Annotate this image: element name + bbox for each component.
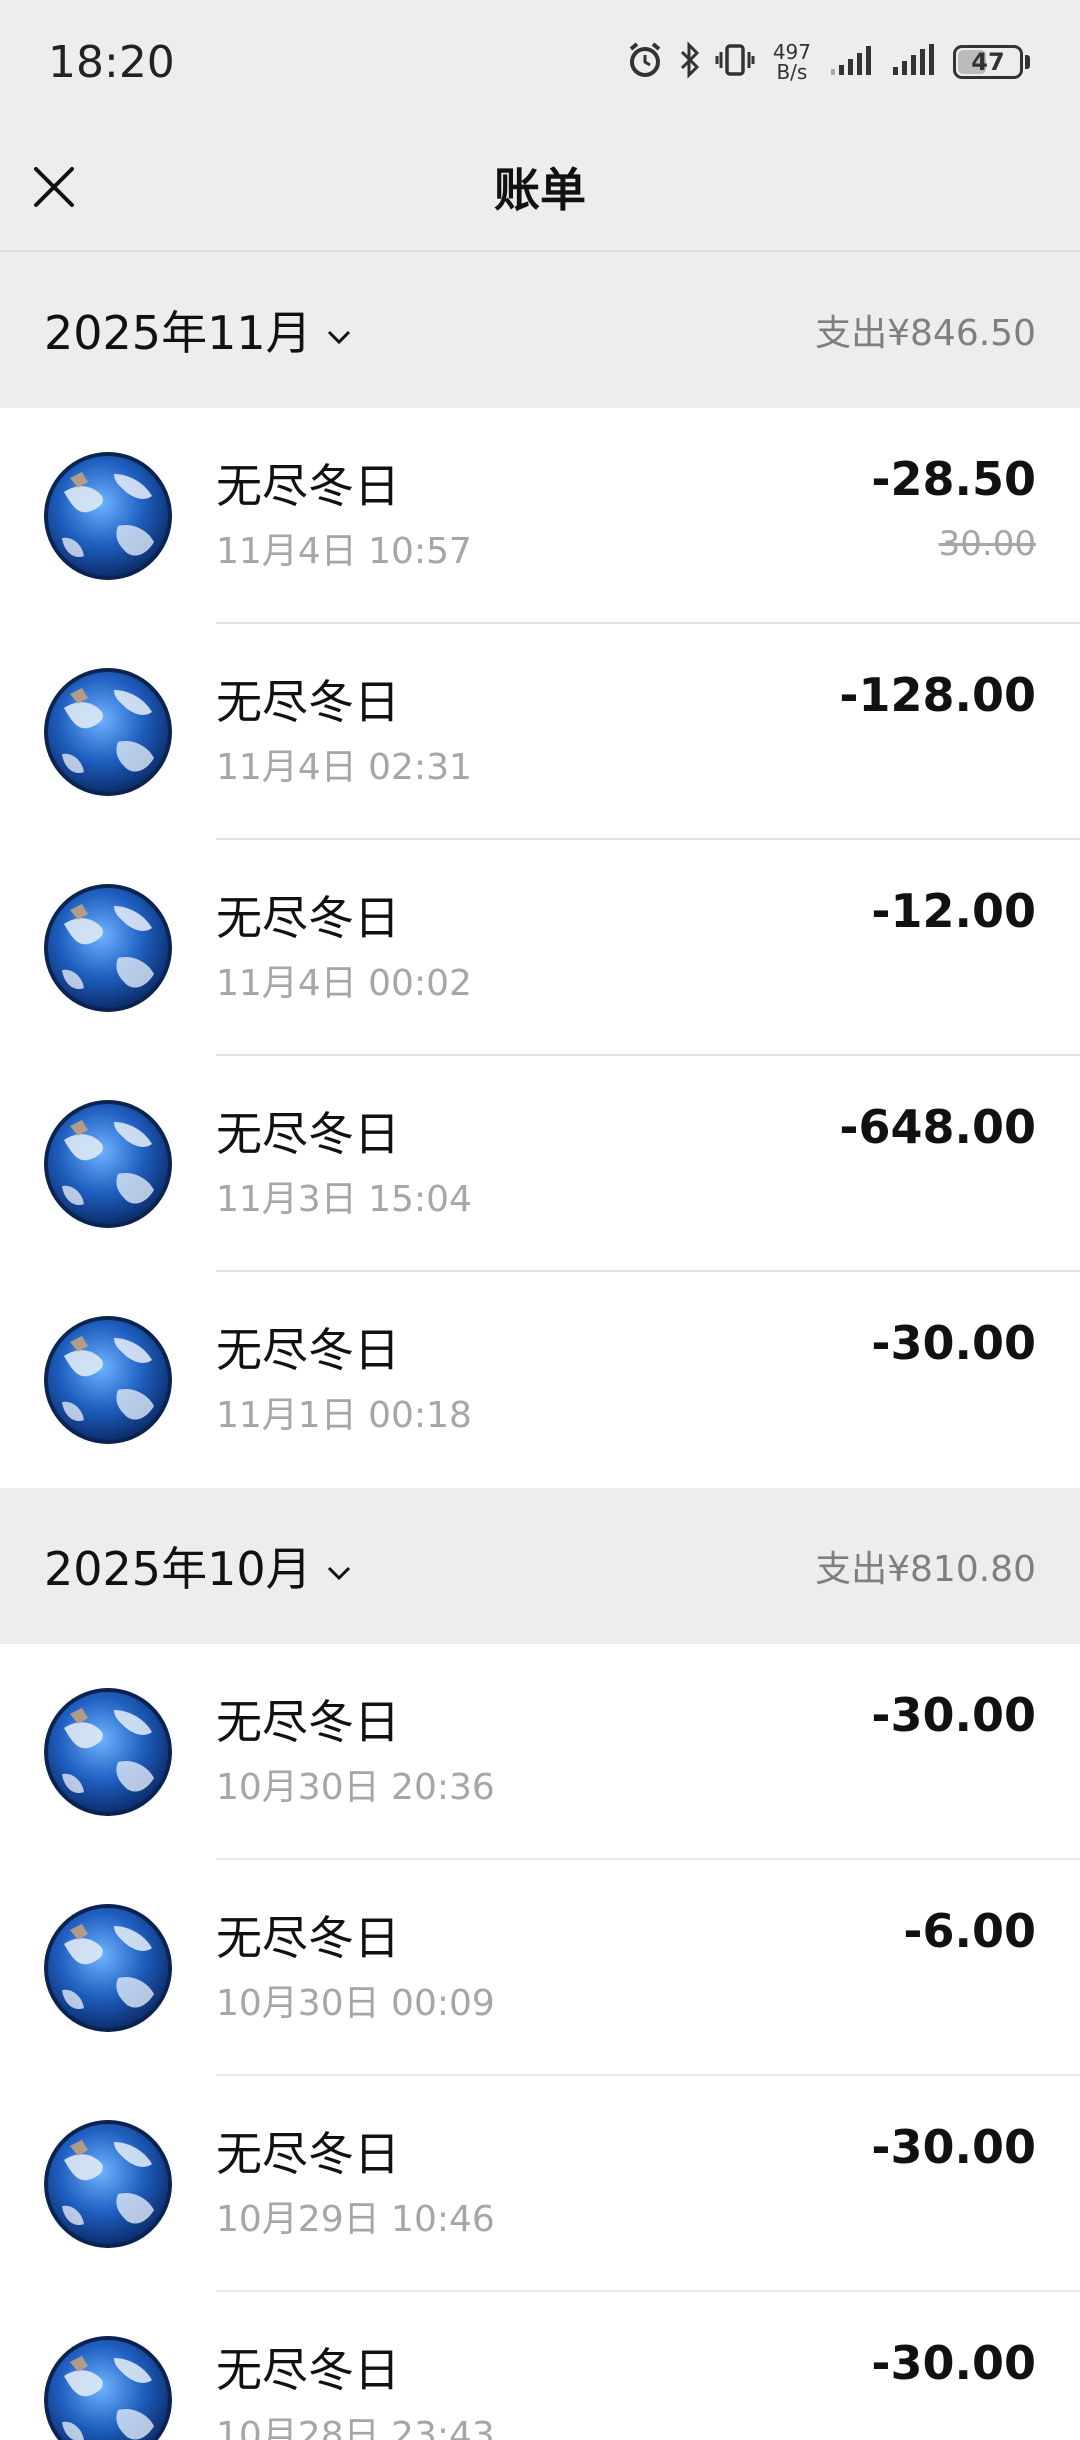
month-total: 支出¥846.50 xyxy=(815,304,1036,356)
transaction-row[interactable]: 无尽冬日 11月4日 10:57 -28.50 30.00 xyxy=(0,408,1080,624)
merchant-name: 无尽冬日 xyxy=(216,891,400,945)
month-label: 2025年10月 xyxy=(44,1542,312,1596)
transaction-time: 11月4日 00:02 xyxy=(216,963,472,1004)
transaction-list: 无尽冬日 10月30日 20:36 -30.00 无尽冬日 10月30日 00:… xyxy=(0,1644,1080,2440)
transaction-amount: -6.00 xyxy=(903,1904,1036,1958)
transaction-details: 无尽冬日 11月4日 02:31 -128.00 xyxy=(216,624,1036,840)
merchant-name: 无尽冬日 xyxy=(216,1107,400,1161)
month-selector[interactable]: 2025年11月 xyxy=(44,297,352,363)
transaction-time: 10月30日 00:09 xyxy=(216,1983,495,2024)
transaction-row[interactable]: 无尽冬日 10月30日 20:36 -30.00 xyxy=(0,1644,1080,1860)
transaction-details: 无尽冬日 10月30日 20:36 -30.00 xyxy=(216,1644,1036,1860)
transaction-amount: -30.00 xyxy=(871,2336,1036,2390)
transaction-row[interactable]: 无尽冬日 10月29日 10:46 -30.00 xyxy=(0,2076,1080,2292)
transaction-details: 无尽冬日 11月4日 10:57 -28.50 30.00 xyxy=(216,408,1036,624)
transaction-amount: -28.50 xyxy=(871,452,1036,506)
month-total-label: 支出 xyxy=(815,313,888,354)
transaction-row[interactable]: 无尽冬日 11月1日 00:18 -30.00 xyxy=(0,1272,1080,1488)
original-amount: 30.00 xyxy=(938,524,1036,564)
transaction-time: 11月4日 10:57 xyxy=(216,531,472,572)
month-header: 2025年11月 支出¥846.50 xyxy=(0,252,1080,408)
status-icons: 497 B/s 47 xyxy=(625,40,1030,84)
merchant-name: 无尽冬日 xyxy=(216,675,400,729)
status-time: 18:20 xyxy=(48,36,175,88)
month-total-label: 支出 xyxy=(815,1549,888,1590)
battery: 47 xyxy=(953,45,1023,79)
network-speed: 497 B/s xyxy=(773,42,811,82)
merchant-name: 无尽冬日 xyxy=(216,459,400,513)
vibrate-icon xyxy=(715,40,755,84)
merchant-avatar xyxy=(44,1688,172,1816)
transaction-time: 11月3日 15:04 xyxy=(216,1179,472,1220)
merchant-avatar xyxy=(44,2336,172,2440)
merchant-name: 无尽冬日 xyxy=(216,1323,400,1377)
merchant-name: 无尽冬日 xyxy=(216,2127,400,2181)
month-total-amount: ¥846.50 xyxy=(887,313,1036,354)
page-title: 账单 xyxy=(494,163,586,217)
status-bar: 18:20 497 B/s 47 xyxy=(0,0,1080,124)
battery-tip xyxy=(1025,55,1030,69)
merchant-avatar xyxy=(44,884,172,1012)
merchant-avatar xyxy=(44,1904,172,2032)
battery-icon: 47 xyxy=(953,45,1030,79)
merchant-avatar xyxy=(44,452,172,580)
transaction-details: 无尽冬日 10月28日 23:43 -30.00 xyxy=(216,2292,1036,2440)
bluetooth-icon xyxy=(679,40,701,84)
battery-level: 47 xyxy=(971,48,1005,76)
merchant-name: 无尽冬日 xyxy=(216,1911,400,1965)
transaction-row[interactable]: 无尽冬日 11月3日 15:04 -648.00 xyxy=(0,1056,1080,1272)
transaction-row[interactable]: 无尽冬日 10月28日 23:43 -30.00 xyxy=(0,2292,1080,2440)
transaction-details: 无尽冬日 11月4日 00:02 -12.00 xyxy=(216,840,1036,1056)
transaction-time: 11月1日 00:18 xyxy=(216,1395,472,1436)
transaction-row[interactable]: 无尽冬日 11月4日 02:31 -128.00 xyxy=(0,624,1080,840)
transaction-amount: -30.00 xyxy=(871,1316,1036,1370)
transaction-amount: -30.00 xyxy=(871,2120,1036,2174)
bill-sections: 2025年11月 支出¥846.50 无尽冬日 11月4日 10:57 -28.… xyxy=(0,252,1080,2440)
signal-icon xyxy=(891,43,939,81)
nav-bar: 账单 xyxy=(0,124,1080,252)
close-icon[interactable] xyxy=(28,161,80,213)
transaction-time: 10月29日 10:46 xyxy=(216,2199,495,2240)
transaction-amount: -648.00 xyxy=(839,1100,1036,1154)
merchant-avatar xyxy=(44,2120,172,2248)
transaction-details: 无尽冬日 10月30日 00:09 -6.00 xyxy=(216,1860,1036,2076)
month-total-amount: ¥810.80 xyxy=(887,1549,1036,1590)
transaction-details: 无尽冬日 10月29日 10:46 -30.00 xyxy=(216,2076,1036,2292)
network-speed-unit: B/s xyxy=(776,60,808,84)
transaction-amount: -12.00 xyxy=(871,884,1036,938)
month-header: 2025年10月 支出¥810.80 xyxy=(0,1488,1080,1644)
merchant-name: 无尽冬日 xyxy=(216,2343,400,2397)
month-total: 支出¥810.80 xyxy=(815,1540,1036,1592)
transaction-time: 11月4日 02:31 xyxy=(216,747,472,788)
month-selector[interactable]: 2025年10月 xyxy=(44,1533,352,1599)
month-label: 2025年11月 xyxy=(44,306,312,360)
transaction-row[interactable]: 无尽冬日 10月30日 00:09 -6.00 xyxy=(0,1860,1080,2076)
chevron-down-icon xyxy=(326,1539,352,1593)
transaction-time: 10月30日 20:36 xyxy=(216,1767,495,1808)
transaction-amount: -128.00 xyxy=(839,668,1036,722)
merchant-avatar xyxy=(44,668,172,796)
transaction-details: 无尽冬日 11月3日 15:04 -648.00 xyxy=(216,1056,1036,1272)
chevron-down-icon xyxy=(326,303,352,357)
transaction-row[interactable]: 无尽冬日 11月4日 00:02 -12.00 xyxy=(0,840,1080,1056)
merchant-avatar xyxy=(44,1100,172,1228)
transaction-list: 无尽冬日 11月4日 10:57 -28.50 30.00 无尽冬日 11月4日… xyxy=(0,408,1080,1488)
transaction-amount: -30.00 xyxy=(871,1688,1036,1742)
transaction-time: 10月28日 23:43 xyxy=(216,2415,495,2440)
merchant-avatar xyxy=(44,1316,172,1444)
transaction-details: 无尽冬日 11月1日 00:18 -30.00 xyxy=(216,1272,1036,1488)
alarm-icon xyxy=(625,40,665,84)
network-speed-value: 497 xyxy=(772,40,811,64)
signal-icon xyxy=(829,43,877,81)
merchant-name: 无尽冬日 xyxy=(216,1695,400,1749)
